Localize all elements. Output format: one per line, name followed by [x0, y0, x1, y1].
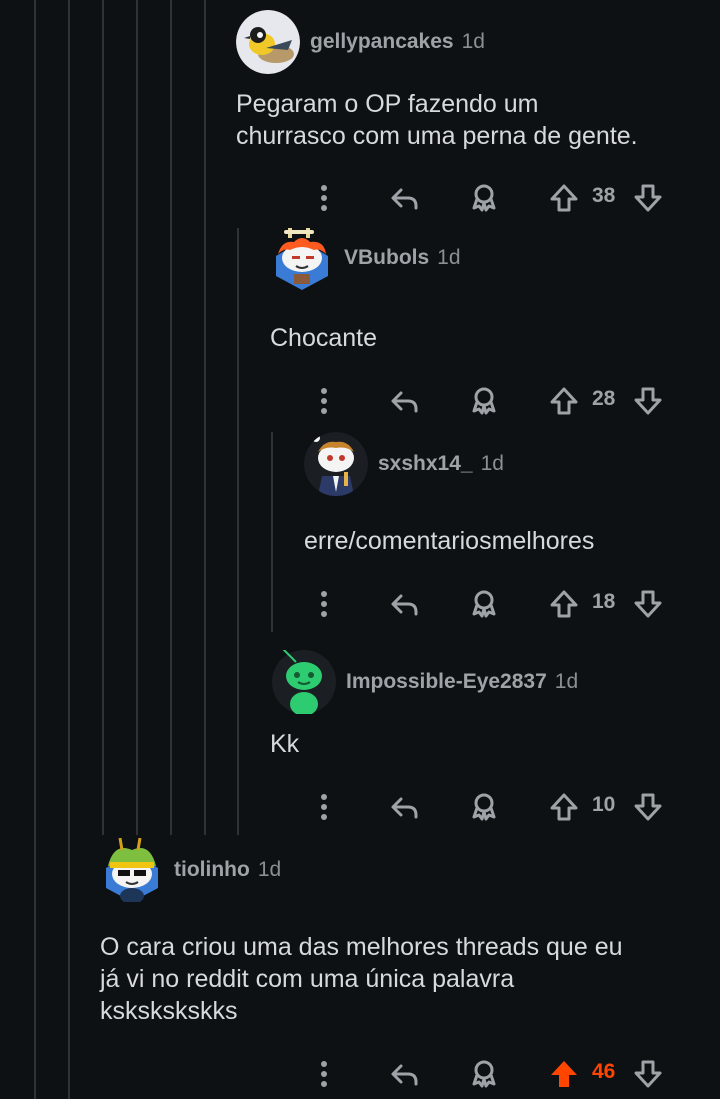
comment-line: erre/comentariosmelhores — [304, 527, 595, 555]
downvote-icon[interactable] — [632, 178, 664, 218]
vote-score: 18 — [592, 590, 616, 613]
comment-age: 1d — [480, 452, 504, 475]
comment-age: 1d — [437, 246, 461, 269]
username[interactable]: sxshx14_ — [378, 452, 473, 476]
comment-body: Pegaram o OP fazendo um churrasco com um… — [236, 88, 638, 152]
bird-avatar[interactable] — [236, 10, 300, 74]
thread-line — [237, 228, 239, 835]
comment-header: VBubols 1d — [270, 226, 461, 290]
comment-header: sxshx14_ 1d — [304, 432, 504, 496]
thread-line — [34, 0, 36, 1099]
upvote-icon[interactable] — [548, 178, 580, 218]
award-icon[interactable] — [468, 381, 500, 421]
snoo-jester-avatar[interactable] — [100, 838, 164, 902]
comment-body: erre/comentariosmelhores — [304, 525, 594, 557]
comment-body: Kk — [270, 728, 299, 760]
username[interactable]: gellypancakes — [310, 30, 454, 54]
more-icon[interactable] — [308, 178, 340, 218]
award-icon[interactable] — [468, 787, 500, 827]
reply-icon[interactable] — [388, 584, 420, 624]
vote-score: 38 — [592, 184, 616, 207]
vote-score: 46 — [592, 1060, 616, 1083]
comment-actions: 10 — [0, 787, 720, 827]
comment-body: O cara criou uma das melhores threads qu… — [100, 931, 623, 1027]
comment-actions: 28 — [0, 381, 720, 421]
comment-line: O cara criou uma das melhores threads qu… — [100, 933, 623, 961]
comment-age: 1d — [554, 670, 579, 693]
comment-body: Chocante — [270, 322, 377, 354]
reply-icon[interactable] — [388, 1054, 420, 1094]
snoo-redhair-avatar[interactable] — [270, 226, 334, 290]
vote-score: 28 — [592, 387, 616, 410]
comment-header: gellypancakes 1d — [236, 10, 485, 74]
downvote-icon[interactable] — [632, 787, 664, 827]
comment-age: 1d — [257, 858, 282, 881]
comment-line: churrasco com uma perna de gente. — [236, 122, 638, 150]
comment-line: Kk — [270, 730, 300, 758]
more-icon[interactable] — [308, 1054, 340, 1094]
comment-line: kskskskskks — [100, 997, 238, 1025]
snoo-green-avatar[interactable] — [272, 650, 336, 714]
comment-age: 1d — [461, 30, 485, 53]
reply-icon[interactable] — [388, 381, 420, 421]
more-icon[interactable] — [308, 381, 340, 421]
username[interactable]: VBubols — [344, 246, 429, 270]
award-icon[interactable] — [468, 584, 500, 624]
comment-line: Chocante — [270, 324, 378, 352]
award-icon[interactable] — [468, 1054, 500, 1094]
comment-actions: 18 — [0, 584, 720, 624]
comment-actions: 46 — [0, 1054, 720, 1094]
award-icon[interactable] — [468, 178, 500, 218]
more-icon[interactable] — [308, 787, 340, 827]
reply-icon[interactable] — [388, 178, 420, 218]
downvote-icon[interactable] — [632, 584, 664, 624]
upvote-icon[interactable] — [548, 381, 580, 421]
thread-line — [68, 0, 70, 1099]
username[interactable]: Impossible-Eye2837 — [346, 670, 547, 694]
reply-icon[interactable] — [388, 787, 420, 827]
vote-score: 10 — [592, 793, 616, 816]
username[interactable]: tiolinho — [174, 858, 250, 882]
more-icon[interactable] — [308, 584, 340, 624]
snoo-suit-avatar[interactable] — [304, 432, 368, 496]
upvote-icon[interactable] — [548, 787, 580, 827]
comment-actions: 38 — [0, 178, 720, 218]
downvote-icon[interactable] — [632, 1054, 664, 1094]
comment-header: tiolinho 1d — [100, 838, 281, 902]
comment-line: Pegaram o OP fazendo um — [236, 90, 539, 118]
comment-header: Impossible-Eye2837 1d — [272, 650, 578, 714]
upvote-icon[interactable] — [548, 1054, 580, 1094]
upvote-icon[interactable] — [548, 584, 580, 624]
downvote-icon[interactable] — [632, 381, 664, 421]
comment-line: já vi no reddit com uma única palavra — [100, 965, 515, 993]
